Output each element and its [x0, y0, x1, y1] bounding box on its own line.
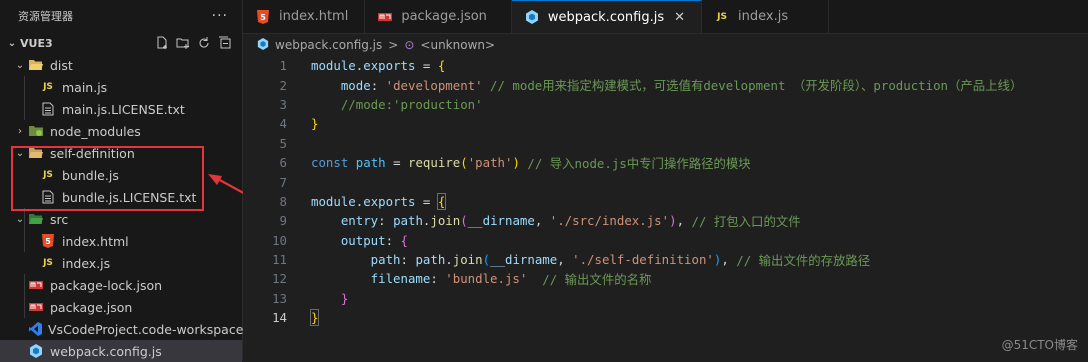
- breadcrumb-file[interactable]: webpack.config.js: [275, 38, 382, 52]
- npm-file-icon: [28, 299, 44, 315]
- svg-text:5: 5: [260, 13, 266, 22]
- tree-folder-dist[interactable]: ⌄ dist: [0, 54, 242, 76]
- chevron-down-icon: ⌄: [7, 37, 17, 49]
- code-line: 8 module. exports = {: [279, 192, 447, 210]
- code-line: 4}: [279, 116, 319, 132]
- tree-file-index-html[interactable]: 5 index.html: [0, 230, 242, 252]
- new-folder-icon[interactable]: [176, 36, 190, 50]
- refresh-icon[interactable]: [197, 36, 211, 50]
- more-actions-icon[interactable]: ···: [212, 8, 228, 24]
- js-file-icon: JS: [717, 11, 727, 22]
- explorer-header: 资源管理器 ···: [0, 0, 242, 32]
- js-file-icon: JS: [43, 82, 53, 92]
- close-icon[interactable]: ✕: [674, 10, 685, 25]
- tab-bar: 5 index.html package.json webpack.config…: [243, 0, 1088, 34]
- symbol-icon: ⊙: [404, 38, 415, 52]
- webpack-icon: [257, 37, 269, 53]
- tree-file-package-lock[interactable]: package-lock.json: [0, 274, 242, 296]
- project-header[interactable]: ⌄ VUE3: [0, 32, 242, 54]
- tab-package-json[interactable]: package.json: [365, 0, 512, 33]
- code-line: 11 path: path. join(__dirname, './self-de…: [272, 252, 871, 268]
- code-line: 7: [279, 174, 287, 190]
- watermark: @51CTO博客: [1001, 338, 1078, 352]
- code-line: 6 const path = require('path') // 导入node.…: [279, 155, 751, 171]
- chevron-down-icon: ⌄: [15, 213, 25, 225]
- code-line: 2 mode: 'development' // mode用来指定构建模式，可选…: [279, 77, 1023, 94]
- code-editor[interactable]: 1 module. exports = { 2 mode: 'development…: [243, 56, 1088, 327]
- annotation-highlight-box: [11, 146, 204, 211]
- explorer-actions: [155, 36, 242, 50]
- breadcrumb: webpack.config.js > ⊙ <unknown>: [243, 34, 1088, 56]
- tree-file-webpack-config[interactable]: webpack.config.js: [0, 340, 242, 362]
- editor-area: 5 index.html package.json webpack.config…: [243, 0, 1088, 361]
- js-file-icon: JS: [43, 258, 53, 268]
- tree-file-package-json[interactable]: package.json: [0, 296, 242, 318]
- breadcrumb-symbol[interactable]: <unknown>: [420, 38, 495, 52]
- code-line: 10 output: {: [272, 232, 408, 248]
- npm-file-icon: [377, 9, 393, 25]
- html-file-icon: 5: [40, 233, 56, 249]
- collapse-all-icon[interactable]: [218, 36, 232, 50]
- npm-file-icon: [28, 277, 44, 293]
- code-line: 5: [279, 135, 287, 151]
- src-folder-icon: [28, 211, 44, 227]
- tree-file-main-license[interactable]: main.js.LICENSE.txt: [0, 98, 242, 120]
- tree-file-index-js[interactable]: JS index.js: [0, 252, 242, 274]
- code-line: 13 }: [272, 290, 349, 306]
- code-line: 3 //mode:'production': [279, 96, 483, 112]
- breadcrumb-separator: >: [388, 38, 399, 52]
- code-line: 12 filename: 'bundle.js' // 输出文件的名称: [272, 271, 652, 287]
- node-folder-icon: [28, 123, 44, 139]
- text-file-icon: [40, 101, 56, 117]
- tree-file-main-js[interactable]: JS main.js: [0, 76, 242, 98]
- tree-folder-node-modules[interactable]: › node_modules: [0, 120, 242, 142]
- html-file-icon: 5: [255, 9, 271, 25]
- code-line: 1 module. exports = {: [279, 58, 446, 74]
- folder-open-icon: [28, 57, 44, 73]
- new-file-icon[interactable]: [155, 36, 169, 50]
- webpack-icon: [28, 343, 44, 359]
- code-line: 14}: [272, 309, 320, 327]
- project-name: VUE3: [20, 36, 53, 50]
- webpack-icon: [524, 9, 540, 25]
- chevron-right-icon: ›: [18, 125, 22, 137]
- tab-index-html[interactable]: 5 index.html: [243, 0, 366, 33]
- tab-index-js[interactable]: JS index.js: [702, 0, 830, 33]
- tree-file-workspace[interactable]: VsCodeProject.code-workspace: [0, 318, 243, 340]
- svg-text:5: 5: [45, 237, 51, 246]
- explorer-title: 资源管理器: [18, 10, 73, 23]
- vscode-icon: [28, 321, 42, 337]
- chevron-down-icon: ⌄: [15, 59, 25, 71]
- tab-webpack-config[interactable]: webpack.config.js ✕: [511, 0, 703, 33]
- code-line: 9 entry: path. join(__dirname, './src/ind…: [279, 213, 801, 229]
